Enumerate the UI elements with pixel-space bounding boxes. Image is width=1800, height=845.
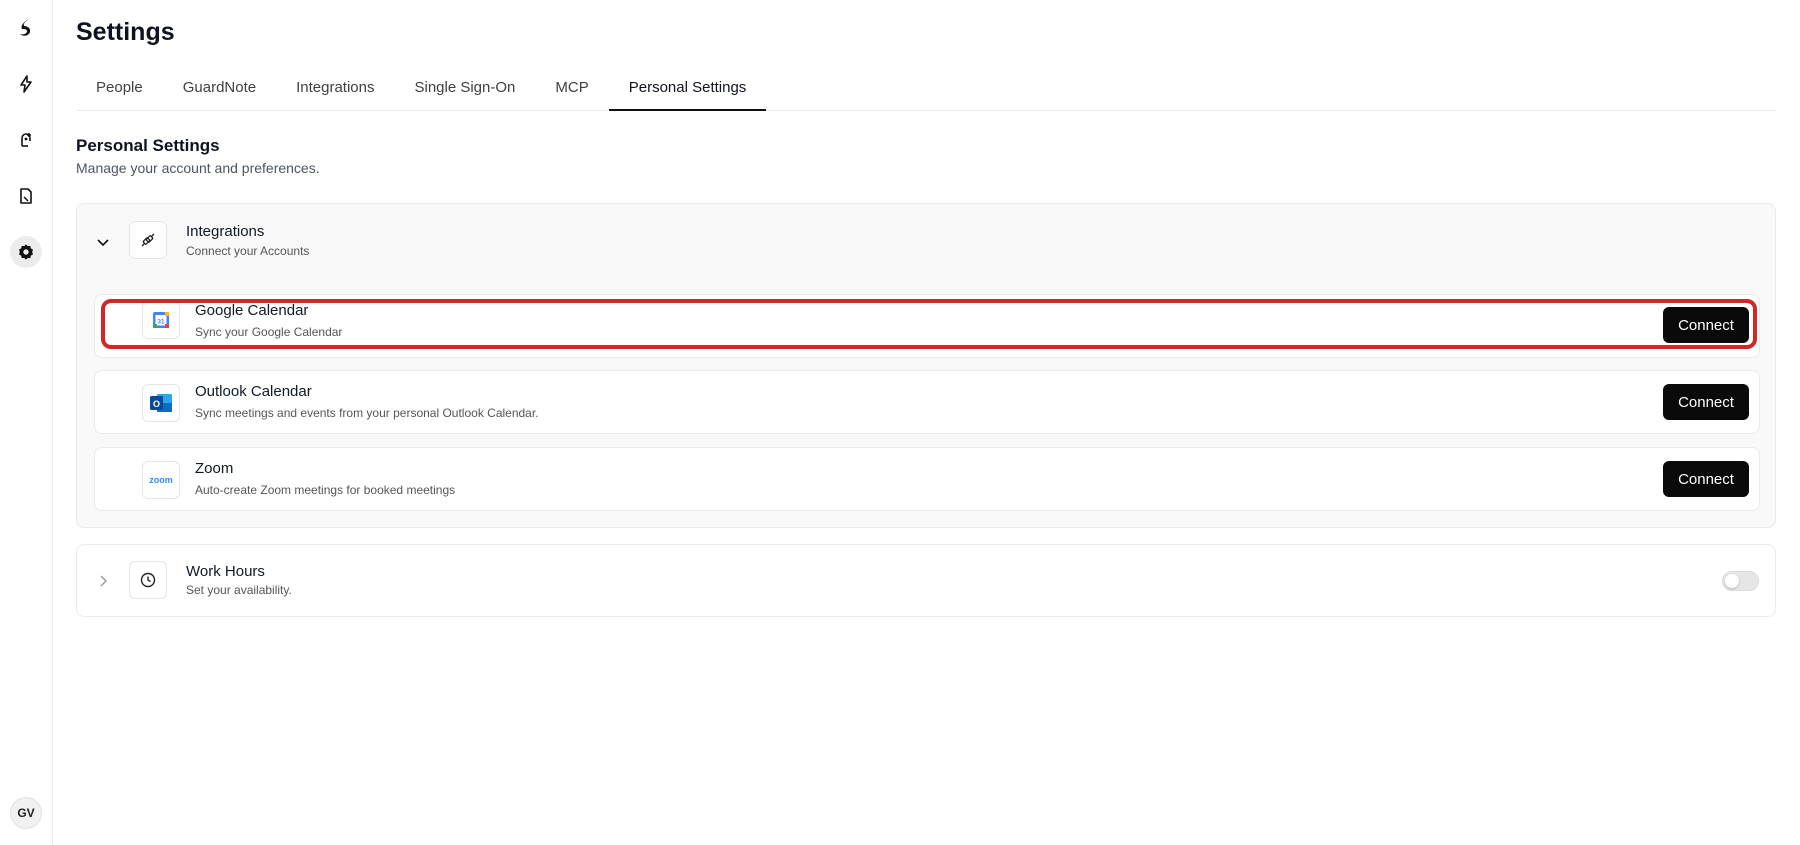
lightning-bolt-icon[interactable]: [10, 68, 42, 100]
left-nav-rail: GV: [0, 0, 53, 845]
google-calendar-title: Google Calendar: [195, 302, 309, 319]
zoom-description: Auto-create Zoom meetings for booked mee…: [195, 483, 456, 497]
zoom-title: Zoom: [195, 460, 234, 477]
section-subtitle: Manage your account and preferences.: [76, 160, 320, 176]
outlook-calendar-title: Outlook Calendar: [195, 383, 312, 400]
app-logo-icon[interactable]: [10, 12, 42, 44]
document-icon[interactable]: [10, 180, 42, 212]
tab-mcp[interactable]: MCP: [535, 70, 608, 109]
settings-tabs: People GuardNote Integrations Single Sig…: [76, 70, 1776, 111]
integrations-panel-subtitle: Connect your Accounts: [186, 244, 310, 258]
tab-integrations[interactable]: Integrations: [276, 70, 394, 109]
toggle-knob: [1725, 574, 1739, 588]
work-hours-title: Work Hours: [186, 563, 265, 580]
integration-row-zoom: zoom Zoom Auto-create Zoom meetings for …: [94, 447, 1760, 511]
google-calendar-description: Sync your Google Calendar: [195, 325, 343, 339]
integration-row-google-calendar: 31 Google Calendar Sync your Google Cale…: [94, 294, 1760, 358]
outlook-calendar-connect-button[interactable]: Connect: [1663, 384, 1749, 420]
tab-personal-settings[interactable]: Personal Settings: [608, 70, 767, 111]
outlook-icon: O: [142, 384, 180, 422]
integrations-panel: Integrations Connect your Accounts 31 Go…: [76, 203, 1776, 528]
zoom-connect-button[interactable]: Connect: [1663, 461, 1749, 497]
gear-icon[interactable]: [10, 236, 42, 268]
tab-people[interactable]: People: [76, 70, 163, 109]
work-hours-toggle[interactable]: [1722, 571, 1759, 591]
outlook-calendar-description: Sync meetings and events from your perso…: [195, 406, 539, 420]
work-hours-subtitle: Set your availability.: [186, 583, 292, 597]
chevron-right-icon[interactable]: [95, 573, 111, 589]
tab-guardnote[interactable]: GuardNote: [163, 70, 276, 109]
zoom-icon: zoom: [142, 461, 180, 499]
chevron-down-icon[interactable]: [95, 234, 111, 250]
page-title: Settings: [76, 18, 175, 46]
integration-row-outlook-calendar: O Outlook Calendar Sync meetings and eve…: [94, 370, 1760, 434]
section-title: Personal Settings: [76, 136, 220, 155]
outlook-logo-letter: O: [153, 399, 160, 409]
google-calendar-connect-button[interactable]: Connect: [1663, 307, 1749, 343]
work-hours-panel[interactable]: Work Hours Set your availability.: [76, 544, 1776, 617]
plug-icon: [129, 221, 167, 259]
google-calendar-day: 31: [157, 318, 165, 325]
tab-single-sign-on[interactable]: Single Sign-On: [394, 70, 535, 109]
integrations-panel-title: Integrations: [186, 223, 265, 240]
google-calendar-icon: 31: [142, 301, 180, 339]
avatar[interactable]: GV: [10, 797, 42, 829]
agent-icon[interactable]: [10, 124, 42, 156]
clock-icon: [129, 561, 167, 599]
zoom-logo-text: zoom: [149, 475, 173, 485]
